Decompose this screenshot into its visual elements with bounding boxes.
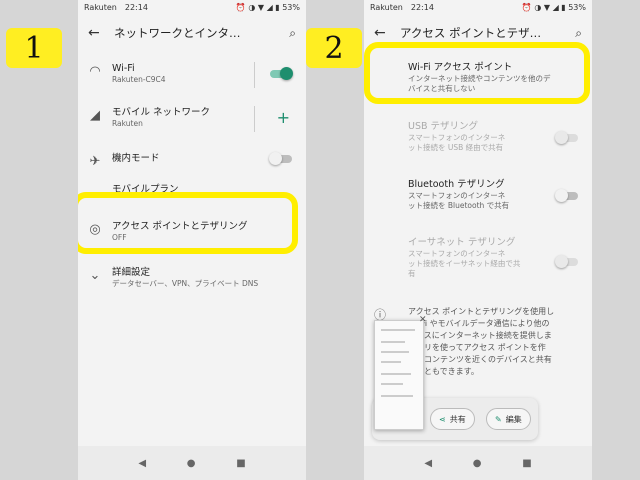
ethernet-tethering-title: イーサネット テザリング xyxy=(408,237,516,248)
status-icons: ⏰ ◑ ▼ ◢ ▮ 53% xyxy=(235,2,300,12)
info-text-line: バイスにインターネット接続を提供しま xyxy=(408,331,552,340)
share-label: 共有 xyxy=(449,414,466,424)
nav-recents-button[interactable]: ■ xyxy=(236,458,245,469)
edit-icon: ✎ xyxy=(495,414,502,424)
nav-back-button[interactable]: ◀ xyxy=(424,458,432,469)
wifi-hotspot-subtitle: インターネット接続やコンテンツを他のデ xyxy=(408,74,551,83)
bluetooth-tethering-subtitle: ット接続を Bluetooth で共有 xyxy=(408,201,510,210)
page-title: アクセス ポイントとテザ… xyxy=(400,26,542,40)
clock-label: 22:14 xyxy=(124,2,148,12)
close-icon[interactable]: ✕ xyxy=(419,315,427,325)
edit-label: 編集 xyxy=(505,414,522,424)
step-badge-2: 2 xyxy=(306,28,362,68)
ethernet-tethering-subtitle: 有 xyxy=(408,269,416,278)
add-icon[interactable]: + xyxy=(277,108,290,127)
app-bar: ← ネットワークとインタ… ⌕ xyxy=(78,14,306,52)
search-icon[interactable]: ⌕ xyxy=(278,26,296,41)
advanced-item[interactable]: ⌄ 詳細設定 データセーバー、VPN、プライベート DNS xyxy=(78,266,306,289)
carrier-label: Rakuten xyxy=(84,2,117,12)
usb-tethering-subtitle: ット接続を USB 経由で共有 xyxy=(408,143,504,152)
info-text-line: し、コンテンツを近くのデバイスと共有 xyxy=(408,355,552,364)
divider xyxy=(254,106,255,132)
usb-tethering-toggle[interactable] xyxy=(555,131,578,144)
nav-home-button[interactable]: ● xyxy=(473,458,482,469)
nav-recents-button[interactable]: ■ xyxy=(522,458,531,469)
status-icons: ⏰ ◑ ▼ ◢ ▮ 53% xyxy=(521,2,586,12)
clock-label: 22:14 xyxy=(410,2,434,12)
hotspot-icon: ◎ xyxy=(89,222,101,237)
carrier-label: Rakuten xyxy=(370,2,403,12)
advanced-subtitle: データセーバー、VPN、プライベート DNS xyxy=(112,279,259,288)
divider xyxy=(254,62,255,88)
search-icon[interactable]: ⌕ xyxy=(564,26,582,41)
status-bar: Rakuten 22:14 ⏰ ◑ ▼ ◢ ▮ 53% xyxy=(364,0,592,14)
mobile-network-item[interactable]: ◢ モバイル ネットワーク Rakuten xyxy=(78,106,306,129)
share-icon: ⋖ xyxy=(439,414,446,424)
hotspot-subtitle: OFF xyxy=(112,233,127,242)
step-badge-1: 1 xyxy=(6,28,62,68)
edit-button[interactable]: ✎ 編集 xyxy=(486,408,531,430)
back-arrow-icon[interactable]: ← xyxy=(374,25,400,41)
chevron-down-icon: ⌄ xyxy=(89,268,101,283)
nav-back-button[interactable]: ◀ xyxy=(138,458,146,469)
system-nav-bar: ◀ ● ■ xyxy=(364,446,592,480)
ethernet-tethering-toggle[interactable] xyxy=(555,255,578,268)
wifi-icon: ◠ xyxy=(89,64,101,79)
page-title: ネットワークとインタ… xyxy=(114,26,241,40)
info-text-line: アプリを使ってアクセス ポイントを作 xyxy=(408,343,546,352)
hotspot-tethering-item[interactable]: ◎ アクセス ポイントとテザリング OFF xyxy=(78,220,306,243)
info-text-line: Wi-Fi やモバイルデータ通信により他の xyxy=(408,319,550,328)
airplane-toggle[interactable] xyxy=(269,152,292,165)
advanced-title: 詳細設定 xyxy=(112,267,151,278)
wifi-hotspot-subtitle: バイスと共有しない xyxy=(408,84,476,93)
share-button[interactable]: ⋖ 共有 xyxy=(430,408,475,430)
bluetooth-tethering-toggle[interactable] xyxy=(555,189,578,202)
nav-home-button[interactable]: ● xyxy=(187,458,196,469)
status-bar: Rakuten 22:14 ⏰ ◑ ▼ ◢ ▮ 53% xyxy=(78,0,306,14)
wifi-toggle[interactable] xyxy=(270,67,293,80)
system-nav-bar: ◀ ● ■ xyxy=(78,446,306,480)
airplane-icon: ✈ xyxy=(89,154,101,169)
wifi-hotspot-title: Wi-Fi アクセス ポイント xyxy=(408,62,513,73)
wifi-hotspot-item[interactable]: Wi-Fi アクセス ポイント インターネット接続やコンテンツを他のデ バイスと… xyxy=(364,61,592,94)
back-arrow-icon[interactable]: ← xyxy=(88,25,114,41)
info-text-line: ることもできます。 xyxy=(408,367,479,376)
info-text-line: アクセス ポイントとテザリングを使用し xyxy=(408,307,555,316)
screenshot-thumbnail[interactable] xyxy=(374,320,424,430)
phone-screen-network: Rakuten 22:14 ⏰ ◑ ▼ ◢ ▮ 53% ← ネットワークとインタ… xyxy=(78,0,306,480)
signal-icon: ◢ xyxy=(90,108,100,123)
hotspot-title: アクセス ポイントとテザリング xyxy=(112,221,248,232)
